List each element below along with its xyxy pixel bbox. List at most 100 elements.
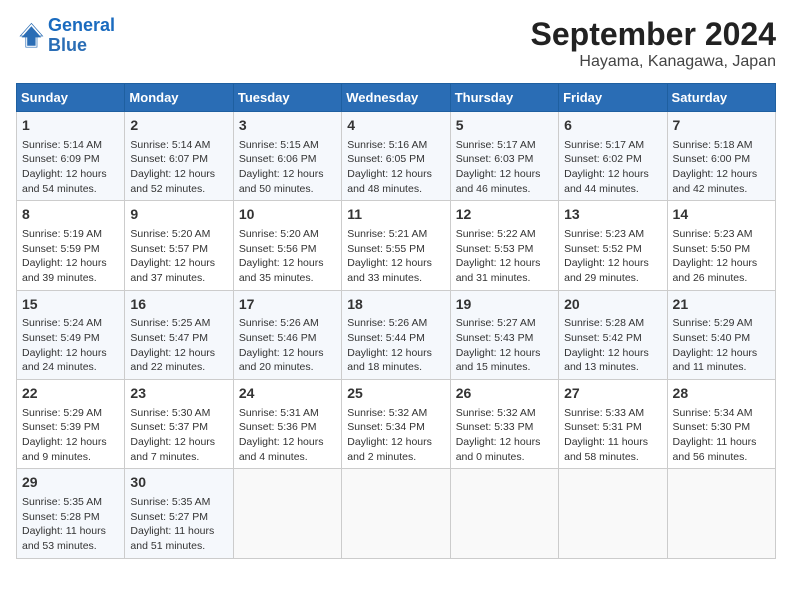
day-info: Sunrise: 5:20 AM Sunset: 5:56 PM Dayligh… <box>239 227 336 286</box>
day-number: 12 <box>456 205 553 225</box>
calendar-cell: 21Sunrise: 5:29 AM Sunset: 5:40 PM Dayli… <box>667 290 775 379</box>
weekday-header: Tuesday <box>233 84 341 112</box>
calendar-cell: 29Sunrise: 5:35 AM Sunset: 5:28 PM Dayli… <box>17 469 125 558</box>
day-number: 30 <box>130 473 227 493</box>
day-number: 10 <box>239 205 336 225</box>
day-number: 4 <box>347 116 444 136</box>
calendar-cell: 8Sunrise: 5:19 AM Sunset: 5:59 PM Daylig… <box>17 201 125 290</box>
day-info: Sunrise: 5:35 AM Sunset: 5:27 PM Dayligh… <box>130 495 227 554</box>
day-info: Sunrise: 5:21 AM Sunset: 5:55 PM Dayligh… <box>347 227 444 286</box>
weekday-header: Monday <box>125 84 233 112</box>
day-number: 2 <box>130 116 227 136</box>
logo-icon <box>16 22 44 50</box>
page-header: General Blue September 2024 Hayama, Kana… <box>16 16 776 71</box>
day-info: Sunrise: 5:18 AM Sunset: 6:00 PM Dayligh… <box>673 138 770 197</box>
day-number: 9 <box>130 205 227 225</box>
day-info: Sunrise: 5:14 AM Sunset: 6:09 PM Dayligh… <box>22 138 119 197</box>
logo-line2: Blue <box>48 35 87 55</box>
calendar-header: SundayMondayTuesdayWednesdayThursdayFrid… <box>17 84 776 112</box>
day-number: 15 <box>22 295 119 315</box>
day-info: Sunrise: 5:26 AM Sunset: 5:44 PM Dayligh… <box>347 316 444 375</box>
day-number: 21 <box>673 295 770 315</box>
day-number: 23 <box>130 384 227 404</box>
calendar-week-row: 29Sunrise: 5:35 AM Sunset: 5:28 PM Dayli… <box>17 469 776 558</box>
day-info: Sunrise: 5:35 AM Sunset: 5:28 PM Dayligh… <box>22 495 119 554</box>
calendar-cell: 23Sunrise: 5:30 AM Sunset: 5:37 PM Dayli… <box>125 380 233 469</box>
day-number: 6 <box>564 116 661 136</box>
calendar-cell: 11Sunrise: 5:21 AM Sunset: 5:55 PM Dayli… <box>342 201 450 290</box>
calendar-cell: 26Sunrise: 5:32 AM Sunset: 5:33 PM Dayli… <box>450 380 558 469</box>
calendar-cell: 9Sunrise: 5:20 AM Sunset: 5:57 PM Daylig… <box>125 201 233 290</box>
day-info: Sunrise: 5:17 AM Sunset: 6:02 PM Dayligh… <box>564 138 661 197</box>
calendar-cell: 13Sunrise: 5:23 AM Sunset: 5:52 PM Dayli… <box>559 201 667 290</box>
day-info: Sunrise: 5:23 AM Sunset: 5:50 PM Dayligh… <box>673 227 770 286</box>
day-info: Sunrise: 5:15 AM Sunset: 6:06 PM Dayligh… <box>239 138 336 197</box>
calendar-cell: 20Sunrise: 5:28 AM Sunset: 5:42 PM Dayli… <box>559 290 667 379</box>
day-number: 11 <box>347 205 444 225</box>
location-title: Hayama, Kanagawa, Japan <box>531 53 776 71</box>
calendar-cell: 30Sunrise: 5:35 AM Sunset: 5:27 PM Dayli… <box>125 469 233 558</box>
day-number: 29 <box>22 473 119 493</box>
day-info: Sunrise: 5:17 AM Sunset: 6:03 PM Dayligh… <box>456 138 553 197</box>
day-number: 27 <box>564 384 661 404</box>
day-number: 3 <box>239 116 336 136</box>
day-info: Sunrise: 5:16 AM Sunset: 6:05 PM Dayligh… <box>347 138 444 197</box>
calendar-cell: 1Sunrise: 5:14 AM Sunset: 6:09 PM Daylig… <box>17 112 125 201</box>
calendar-week-row: 22Sunrise: 5:29 AM Sunset: 5:39 PM Dayli… <box>17 380 776 469</box>
calendar-cell: 12Sunrise: 5:22 AM Sunset: 5:53 PM Dayli… <box>450 201 558 290</box>
calendar-cell <box>667 469 775 558</box>
day-number: 20 <box>564 295 661 315</box>
day-info: Sunrise: 5:25 AM Sunset: 5:47 PM Dayligh… <box>130 316 227 375</box>
day-info: Sunrise: 5:27 AM Sunset: 5:43 PM Dayligh… <box>456 316 553 375</box>
calendar-cell: 3Sunrise: 5:15 AM Sunset: 6:06 PM Daylig… <box>233 112 341 201</box>
calendar-cell: 19Sunrise: 5:27 AM Sunset: 5:43 PM Dayli… <box>450 290 558 379</box>
day-number: 22 <box>22 384 119 404</box>
weekday-header: Wednesday <box>342 84 450 112</box>
calendar-cell: 4Sunrise: 5:16 AM Sunset: 6:05 PM Daylig… <box>342 112 450 201</box>
day-info: Sunrise: 5:22 AM Sunset: 5:53 PM Dayligh… <box>456 227 553 286</box>
day-info: Sunrise: 5:24 AM Sunset: 5:49 PM Dayligh… <box>22 316 119 375</box>
day-number: 13 <box>564 205 661 225</box>
calendar-cell: 6Sunrise: 5:17 AM Sunset: 6:02 PM Daylig… <box>559 112 667 201</box>
calendar-cell: 24Sunrise: 5:31 AM Sunset: 5:36 PM Dayli… <box>233 380 341 469</box>
calendar-cell <box>450 469 558 558</box>
calendar-week-row: 1Sunrise: 5:14 AM Sunset: 6:09 PM Daylig… <box>17 112 776 201</box>
calendar-cell <box>342 469 450 558</box>
day-info: Sunrise: 5:28 AM Sunset: 5:42 PM Dayligh… <box>564 316 661 375</box>
day-info: Sunrise: 5:29 AM Sunset: 5:39 PM Dayligh… <box>22 406 119 465</box>
month-title: September 2024 <box>531 16 776 53</box>
calendar-table: SundayMondayTuesdayWednesdayThursdayFrid… <box>16 83 776 559</box>
day-number: 19 <box>456 295 553 315</box>
calendar-cell: 22Sunrise: 5:29 AM Sunset: 5:39 PM Dayli… <box>17 380 125 469</box>
calendar-body: 1Sunrise: 5:14 AM Sunset: 6:09 PM Daylig… <box>17 112 776 559</box>
day-info: Sunrise: 5:14 AM Sunset: 6:07 PM Dayligh… <box>130 138 227 197</box>
calendar-cell: 25Sunrise: 5:32 AM Sunset: 5:34 PM Dayli… <box>342 380 450 469</box>
weekday-header: Saturday <box>667 84 775 112</box>
title-block: September 2024 Hayama, Kanagawa, Japan <box>531 16 776 71</box>
day-number: 8 <box>22 205 119 225</box>
day-number: 24 <box>239 384 336 404</box>
day-number: 17 <box>239 295 336 315</box>
weekday-row: SundayMondayTuesdayWednesdayThursdayFrid… <box>17 84 776 112</box>
day-info: Sunrise: 5:26 AM Sunset: 5:46 PM Dayligh… <box>239 316 336 375</box>
logo-text: General Blue <box>48 16 115 56</box>
day-info: Sunrise: 5:32 AM Sunset: 5:34 PM Dayligh… <box>347 406 444 465</box>
day-number: 28 <box>673 384 770 404</box>
day-number: 26 <box>456 384 553 404</box>
weekday-header: Sunday <box>17 84 125 112</box>
day-number: 5 <box>456 116 553 136</box>
calendar-cell <box>233 469 341 558</box>
day-info: Sunrise: 5:19 AM Sunset: 5:59 PM Dayligh… <box>22 227 119 286</box>
day-info: Sunrise: 5:20 AM Sunset: 5:57 PM Dayligh… <box>130 227 227 286</box>
calendar-cell: 7Sunrise: 5:18 AM Sunset: 6:00 PM Daylig… <box>667 112 775 201</box>
day-number: 16 <box>130 295 227 315</box>
calendar-cell: 27Sunrise: 5:33 AM Sunset: 5:31 PM Dayli… <box>559 380 667 469</box>
calendar-cell: 16Sunrise: 5:25 AM Sunset: 5:47 PM Dayli… <box>125 290 233 379</box>
day-number: 7 <box>673 116 770 136</box>
calendar-cell: 2Sunrise: 5:14 AM Sunset: 6:07 PM Daylig… <box>125 112 233 201</box>
day-info: Sunrise: 5:34 AM Sunset: 5:30 PM Dayligh… <box>673 406 770 465</box>
day-info: Sunrise: 5:32 AM Sunset: 5:33 PM Dayligh… <box>456 406 553 465</box>
calendar-week-row: 15Sunrise: 5:24 AM Sunset: 5:49 PM Dayli… <box>17 290 776 379</box>
calendar-cell: 28Sunrise: 5:34 AM Sunset: 5:30 PM Dayli… <box>667 380 775 469</box>
day-number: 25 <box>347 384 444 404</box>
